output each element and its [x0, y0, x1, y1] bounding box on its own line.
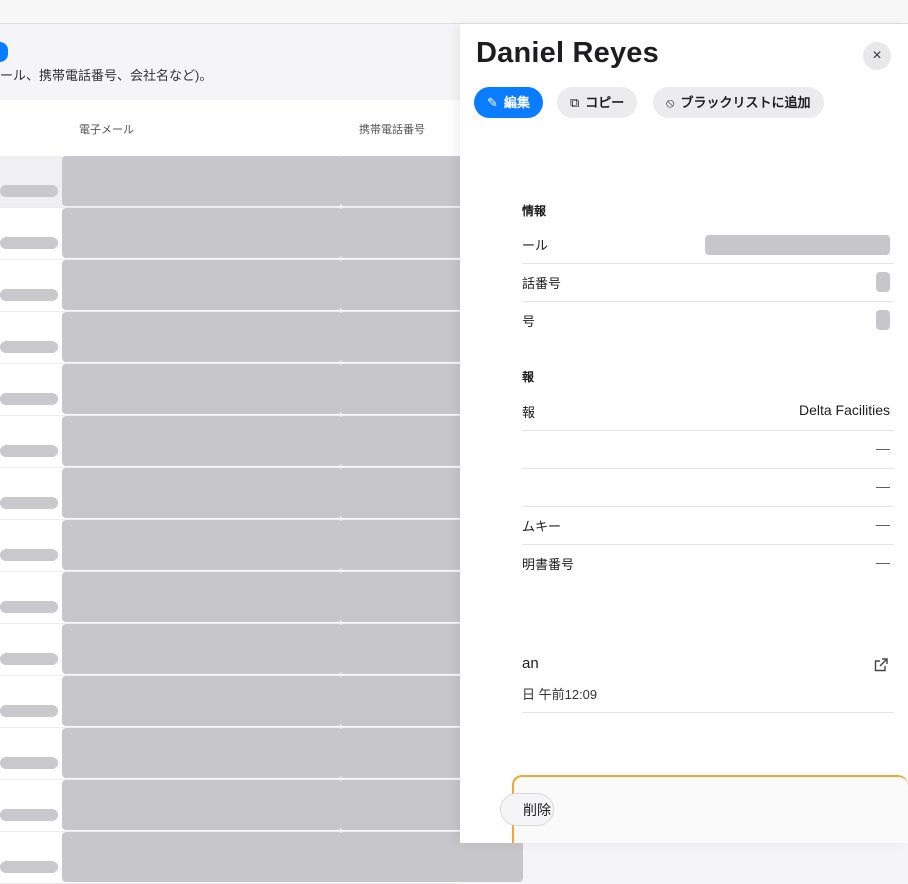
plus-icon: + [338, 410, 344, 421]
redacted-name-cell [0, 705, 58, 717]
blacklist-button[interactable]: ⦸ ブラックリストに追加 [653, 87, 824, 118]
contact-info-section-title: 情報 [522, 204, 547, 218]
column-header-mobile[interactable]: 携帯電話番号 [359, 121, 425, 137]
redacted-name-cell [0, 393, 58, 405]
top-toolbar [0, 0, 908, 24]
redacted-name-cell [0, 497, 58, 509]
blacklist-label: ブラックリストに追加 [680, 95, 811, 110]
divider [522, 468, 894, 469]
external-link-icon[interactable] [873, 657, 889, 673]
redacted-cell-block: + [62, 618, 523, 674]
plus-icon: + [338, 462, 344, 473]
redacted-name-cell [0, 185, 58, 197]
copy-label: コピー [585, 95, 625, 110]
redacted-cell-block: + [62, 774, 523, 830]
key-field-value: — [876, 516, 890, 532]
redacted-name-cell [0, 289, 58, 301]
redacted-cell-block: + [62, 514, 523, 570]
divider [522, 544, 894, 545]
company-value: Delta Facilities [798, 402, 890, 418]
search-hint-text: ール、携帯電話番号、会社名など)。 [0, 68, 213, 83]
redacted-name-cell [0, 549, 58, 561]
redacted-name-cell [0, 341, 58, 353]
redacted-cell-block: + [62, 670, 523, 726]
divider [522, 301, 894, 302]
redacted-name-cell [0, 653, 58, 665]
key-field-label: ムキー [522, 519, 562, 534]
redacted-cell-block: + [62, 150, 523, 206]
plus-icon: + [338, 150, 344, 161]
redacted-cell-block: + [62, 254, 523, 310]
plus-icon: + [338, 358, 344, 369]
linked-record-timestamp: 日 午前12:09 [522, 687, 598, 702]
plus-icon: + [338, 722, 344, 733]
email-label: ール [522, 238, 549, 253]
copy-icon: ⧉ [570, 95, 580, 110]
plus-icon: + [338, 254, 344, 265]
panel-footer [512, 775, 908, 843]
pencil-icon: ✎ [487, 95, 498, 110]
block-icon: ⦸ [666, 95, 675, 110]
edit-button[interactable]: ✎ 編集 [474, 87, 543, 118]
column-header-email[interactable]: 電子メール [79, 121, 134, 137]
linked-record-name[interactable]: an [522, 655, 539, 672]
redacted-name-cell [0, 601, 58, 613]
delete-button[interactable]: 削除 [500, 793, 554, 826]
divider [522, 430, 894, 431]
redacted-cell-block: + [62, 566, 523, 622]
redacted-cell-block: + [62, 410, 523, 466]
redacted-name-cell [0, 445, 58, 457]
plus-icon: + [338, 774, 344, 785]
certificate-number-value: — [876, 554, 890, 570]
close-icon: × [872, 47, 882, 64]
number-value-redacted [876, 310, 890, 330]
field-value-empty: — [876, 478, 890, 494]
certificate-number-label: 明書番号 [522, 557, 575, 572]
plus-icon: + [338, 566, 344, 577]
copy-button[interactable]: ⧉ コピー [557, 87, 638, 118]
redacted-cell-block: + [62, 202, 523, 258]
redacted-cell-block: + [62, 722, 523, 778]
company-section-title: 報 [522, 370, 535, 384]
redacted-cell-block: + [62, 462, 523, 518]
divider [522, 263, 894, 264]
plus-icon: + [338, 202, 344, 213]
delete-label: 削除 [523, 802, 551, 818]
number-label: 号 [522, 314, 536, 329]
divider [522, 506, 894, 507]
contact-detail-panel [460, 24, 908, 843]
redacted-name-cell [0, 809, 58, 821]
company-field-label: 報 [522, 405, 536, 420]
plus-icon: + [338, 670, 344, 681]
redacted-cell-block: + [62, 358, 523, 414]
redacted-name-cell [0, 757, 58, 769]
phone-label: 話番号 [522, 276, 562, 291]
divider [522, 712, 894, 713]
redacted-name-cell [0, 237, 58, 249]
phone-value-redacted [876, 272, 890, 292]
email-value-redacted [705, 235, 890, 255]
edit-label: 編集 [503, 95, 530, 110]
redacted-cell-block: + [62, 826, 523, 882]
redacted-name-cell [0, 861, 58, 873]
plus-icon: + [338, 826, 344, 837]
plus-icon: + [338, 618, 344, 629]
close-button[interactable]: × [863, 42, 891, 70]
redacted-cell-block: + [62, 306, 523, 362]
plus-icon: + [338, 306, 344, 317]
field-value-empty: — [876, 440, 890, 456]
plus-icon: + [338, 514, 344, 525]
contact-name-title: Daniel Reyes [476, 37, 659, 69]
